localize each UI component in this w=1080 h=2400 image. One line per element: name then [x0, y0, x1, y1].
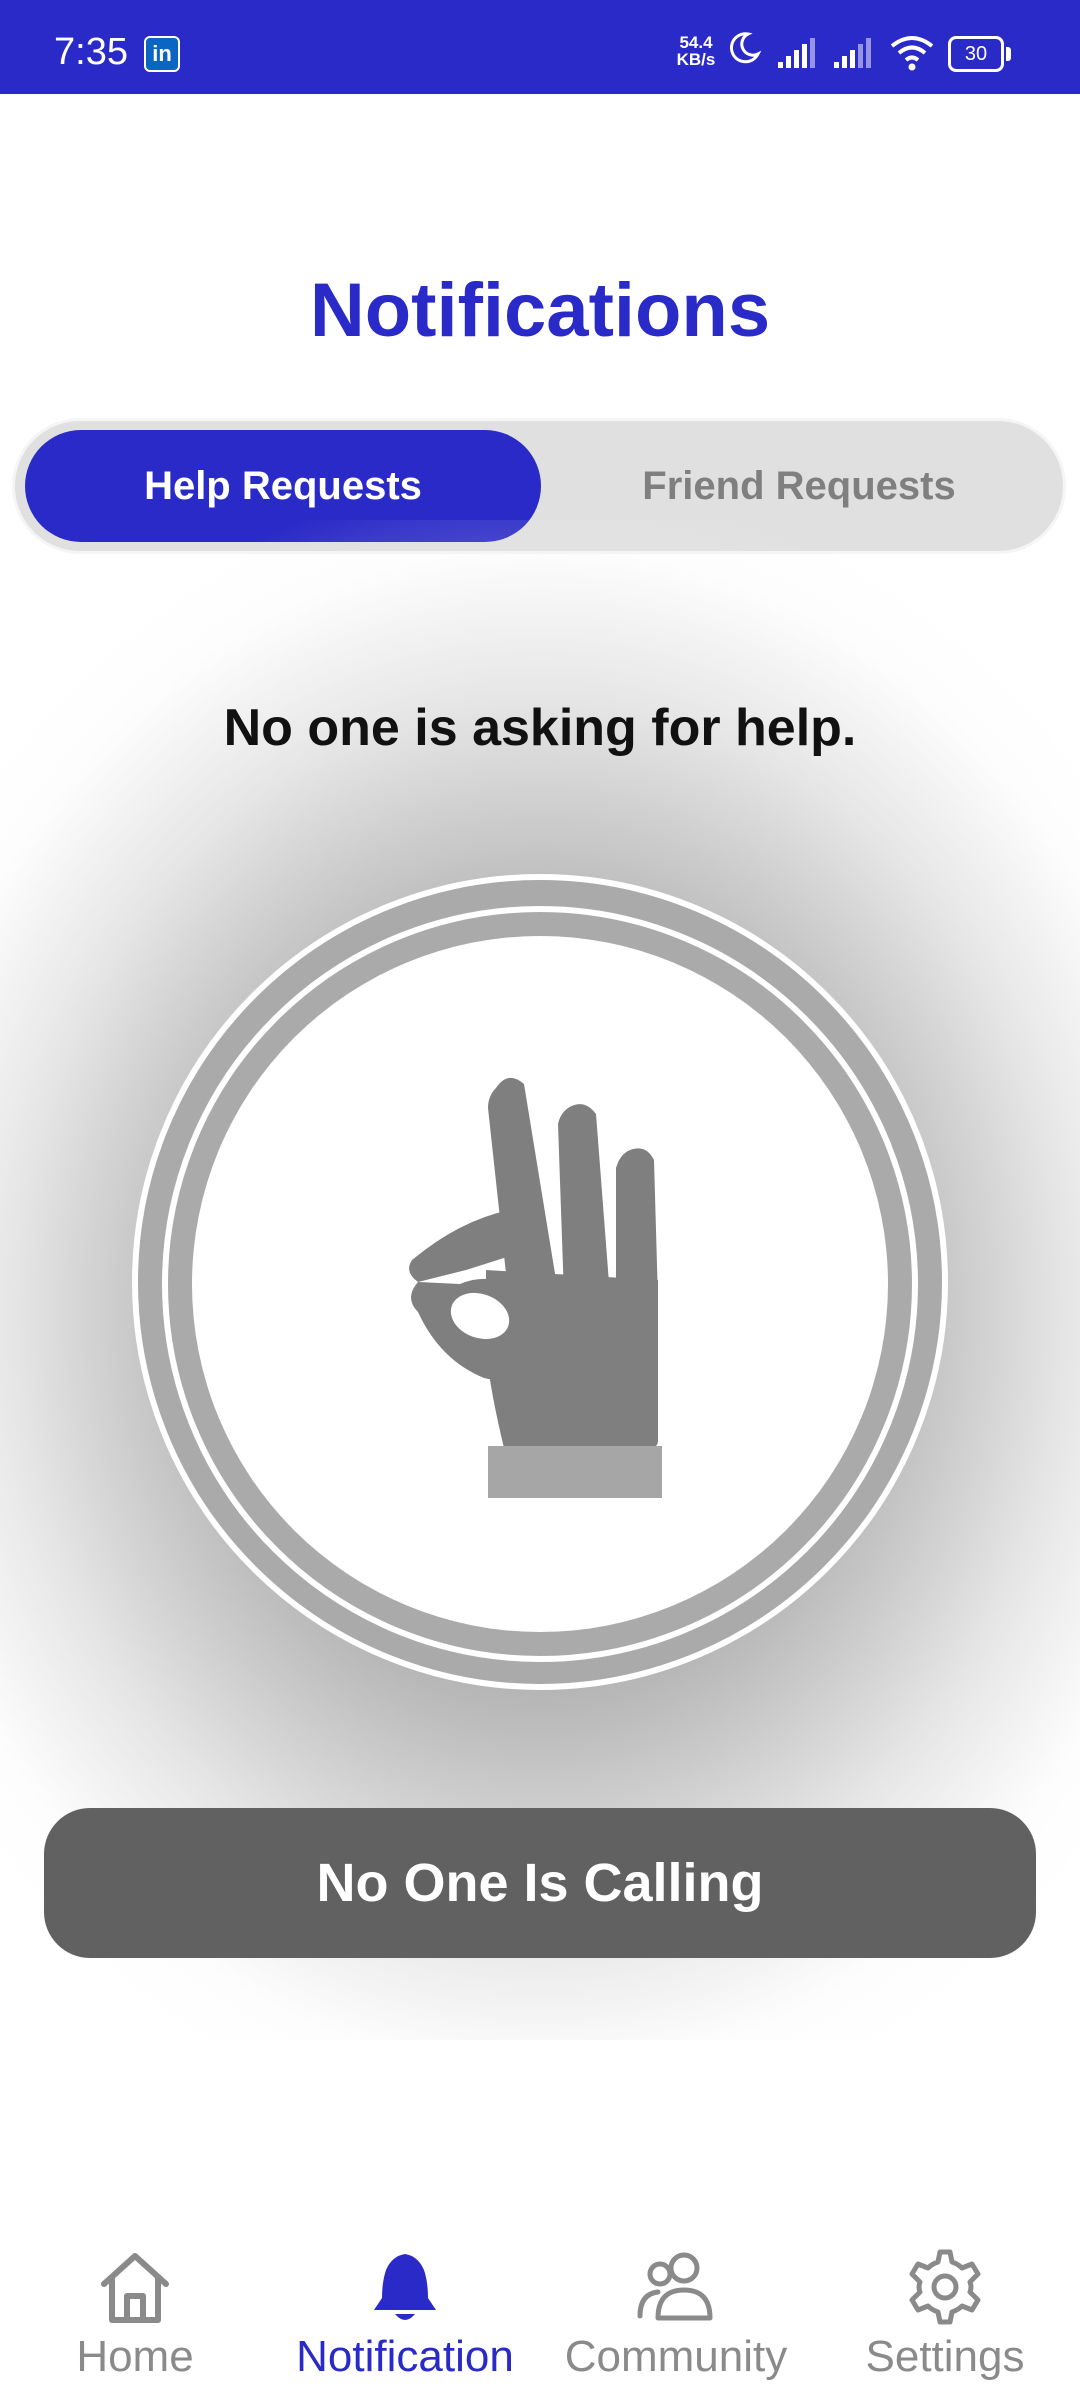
- nav-label-community: Community: [564, 2332, 788, 2381]
- call-status-button[interactable]: No One Is Calling: [44, 1808, 1036, 1958]
- nav-label-notification: Notification: [296, 2332, 514, 2381]
- moon-icon: [729, 32, 762, 64]
- status-time: 7:35: [54, 31, 128, 73]
- signal-icon: [834, 38, 871, 68]
- wifi-icon: [890, 36, 934, 71]
- status-bar: 7:35 in 54.4 KB/s 30: [0, 0, 1080, 94]
- nav-item-notification[interactable]: Notification: [280, 2220, 530, 2400]
- people-icon: [637, 2252, 713, 2321]
- battery-icon: 30: [948, 36, 1011, 72]
- bottom-nav: Home Notification Community Settings: [0, 2220, 1080, 2400]
- gear-icon: [909, 2249, 981, 2325]
- nav-label-settings: Settings: [865, 2332, 1025, 2381]
- home-icon: [101, 2253, 169, 2323]
- network-speed: 54.4 KB/s: [670, 34, 722, 68]
- page-title: Notifications: [309, 268, 771, 353]
- notifications-screen: 7:35 in 54.4 KB/s 30 Notifications Help …: [0, 0, 1080, 2400]
- network-speed-value: 54.4: [679, 33, 713, 52]
- network-speed-unit: KB/s: [676, 50, 716, 69]
- nav-item-settings[interactable]: Settings: [850, 2220, 1040, 2400]
- signal-icon: [778, 38, 815, 68]
- nav-item-home[interactable]: Home: [40, 2220, 230, 2400]
- bell-icon: [374, 2254, 436, 2320]
- empty-state-message: No one is asking for help.: [223, 699, 857, 757]
- nav-item-community[interactable]: Community: [556, 2220, 796, 2400]
- linkedin-icon: in: [144, 36, 180, 72]
- nav-label-home: Home: [76, 2332, 194, 2381]
- battery-level: 30: [964, 43, 988, 65]
- ok-hand-icon: [409, 1077, 662, 1498]
